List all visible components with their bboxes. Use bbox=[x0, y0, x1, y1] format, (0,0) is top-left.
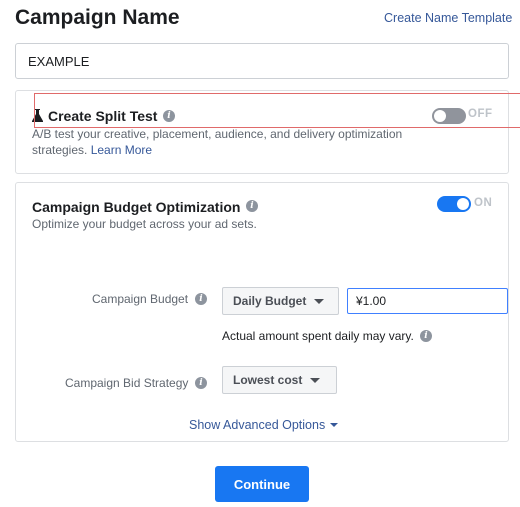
page-title: Campaign Name bbox=[15, 6, 180, 29]
caret-down-icon bbox=[330, 423, 339, 427]
split-test-toggle-label: OFF bbox=[468, 108, 493, 120]
budget-amount-input[interactable] bbox=[347, 288, 508, 314]
toggle-knob bbox=[457, 198, 469, 210]
budget-optimization-toggle[interactable] bbox=[437, 196, 471, 212]
campaign-name-input[interactable] bbox=[15, 43, 509, 79]
split-test-description: A/B test your creative, placement, audie… bbox=[32, 126, 432, 158]
learn-more-link[interactable]: Learn More bbox=[91, 143, 152, 157]
create-name-template-link[interactable]: Create Name Template bbox=[384, 11, 512, 25]
split-test-description-text: A/B test your creative, placement, audie… bbox=[32, 127, 403, 157]
show-advanced-options-link[interactable]: Show Advanced Options bbox=[189, 418, 339, 432]
split-test-title: Create Split Test bbox=[48, 108, 158, 124]
budget-optimization-description: Optimize your budget across your ad sets… bbox=[32, 217, 257, 231]
caret-down-icon bbox=[310, 377, 321, 383]
bid-strategy-info-icon[interactable]: i bbox=[195, 377, 207, 389]
toggle-knob bbox=[434, 110, 446, 122]
budget-note: Actual amount spent daily may vary. bbox=[222, 329, 414, 343]
bid-strategy-dropdown[interactable]: Lowest cost bbox=[222, 366, 337, 394]
budget-type-value: Daily Budget bbox=[233, 294, 307, 308]
caret-down-icon bbox=[314, 298, 325, 304]
budget-type-dropdown[interactable]: Daily Budget bbox=[222, 287, 339, 315]
bid-strategy-label: Campaign Bid Strategy bbox=[65, 376, 189, 390]
budget-optimization-title: Campaign Budget Optimization bbox=[32, 199, 241, 215]
flask-icon bbox=[32, 109, 43, 122]
budget-optimization-toggle-label: ON bbox=[474, 197, 493, 209]
budget-optimization-info-icon[interactable]: i bbox=[246, 200, 258, 212]
budget-note-info-icon[interactable]: i bbox=[420, 330, 432, 342]
split-test-info-icon[interactable]: i bbox=[163, 110, 175, 122]
continue-button[interactable]: Continue bbox=[215, 466, 309, 502]
campaign-budget-label: Campaign Budget bbox=[92, 292, 189, 306]
split-test-toggle[interactable] bbox=[432, 108, 466, 124]
campaign-budget-info-icon[interactable]: i bbox=[195, 293, 207, 305]
advanced-options-label: Show Advanced Options bbox=[189, 418, 326, 432]
bid-strategy-value: Lowest cost bbox=[233, 373, 303, 387]
